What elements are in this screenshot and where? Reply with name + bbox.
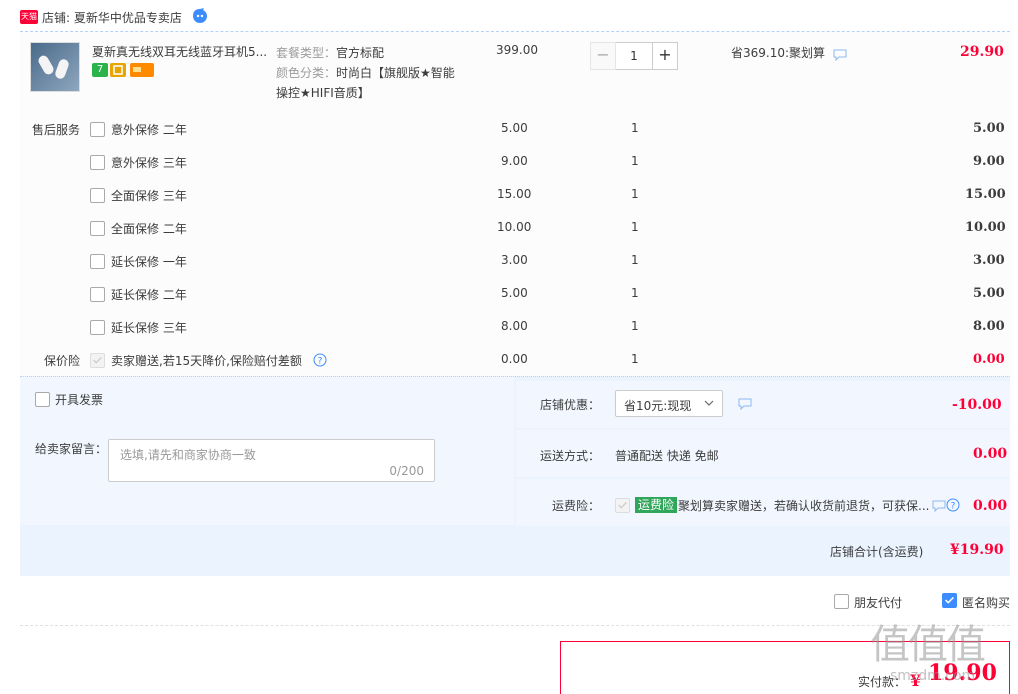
price-protect-text: 卖家赠送,若15天降价,保险赔付差额 [111, 354, 302, 368]
product-title-link[interactable]: 夏新真无线双耳无线蓝牙耳机5... [92, 43, 272, 60]
memo-char-counter: 0/200 [389, 464, 424, 478]
service-qty: 1 [631, 154, 639, 168]
service-name: 全面保修 二年 [111, 222, 187, 236]
service-qty: 1 [631, 319, 639, 333]
coupon-info-icon[interactable] [738, 398, 752, 410]
service-qty: 1 [631, 121, 639, 135]
warranty-badge-icon [110, 63, 126, 77]
services-section-label: 售后服务 [32, 123, 81, 137]
friend-pay-label: 朋友代付 [854, 596, 903, 610]
discount-info-icon[interactable] [833, 49, 847, 61]
freight-insurance-amount: 0.00 [973, 498, 1008, 514]
price-protect-label: 保价险 [44, 354, 81, 368]
freight-insurance-label: 运费险： [552, 499, 601, 513]
freight-insurance-text: 聚划算卖家赠送，若确认收货前退货，可获保... [678, 499, 930, 513]
service-checkbox[interactable] [90, 254, 105, 269]
seven-day-return-badge: 7 [92, 63, 108, 77]
decrease-quantity-button[interactable]: − [590, 42, 616, 70]
sku-color-cont: 操控★HIFI音质】 [276, 86, 370, 100]
coupon-select[interactable]: 省10元:现现 [615, 390, 723, 417]
price-protect-total: 0.00 [973, 352, 1005, 367]
service-name: 延长保修 二年 [111, 288, 187, 302]
item-subtotal: 29.90 [960, 44, 1004, 60]
invoice-checkbox[interactable] [35, 392, 50, 407]
watermark-logo: 值值值 [870, 622, 986, 668]
seller-memo-input[interactable]: 选填,请先和商家协商一致 0/200 [108, 439, 435, 482]
anonymous-purchase-label: 匿名购买 [962, 596, 1011, 610]
service-price: 3.00 [501, 253, 528, 267]
price-protect-qty: 1 [631, 352, 639, 366]
service-price: 5.00 [501, 121, 528, 135]
shipping-amount: 0.00 [973, 446, 1008, 462]
svg-text:?: ? [951, 502, 956, 512]
svg-text:?: ? [318, 357, 323, 367]
service-name: 延长保修 一年 [111, 255, 187, 269]
service-total: 5.00 [973, 286, 1005, 301]
service-name: 意外保修 三年 [111, 156, 187, 170]
price-protect-checkbox [90, 353, 105, 368]
wangwang-chat-icon[interactable] [192, 8, 208, 24]
watermark-site: smzdm.com [890, 668, 976, 684]
coupon-label: 店铺优惠： [540, 398, 601, 412]
service-name: 意外保修 二年 [111, 123, 187, 137]
shipping-label: 运送方式： [540, 449, 601, 463]
item-discount: 省369.10:聚划算 [731, 46, 826, 60]
increase-quantity-button[interactable]: + [652, 42, 678, 70]
sku-package: 套餐类型：官方标配 [276, 46, 385, 60]
service-name: 全面保修 三年 [111, 189, 187, 203]
coupon-selected-value: 省10元:现现 [624, 399, 692, 413]
help-icon[interactable]: ? [313, 353, 327, 367]
service-checkbox[interactable] [90, 122, 105, 137]
credit-card-badge-icon [130, 63, 154, 77]
tmall-logo: 天猫 [20, 10, 38, 24]
freight-insurance-checkbox [615, 498, 630, 513]
service-total: 9.00 [973, 154, 1005, 169]
service-price: 8.00 [501, 319, 528, 333]
shipping-method: 普通配送 快递 免邮 [615, 449, 719, 463]
service-checkbox[interactable] [90, 221, 105, 236]
friend-pay-checkbox[interactable] [834, 594, 849, 609]
service-total: 15.00 [965, 187, 1006, 202]
help-icon[interactable]: ? [946, 498, 960, 512]
memo-label: 给卖家留言： [35, 442, 108, 456]
price-protect-price: 0.00 [501, 352, 528, 366]
unit-price: 399.00 [496, 43, 538, 57]
sku-color: 颜色分类：时尚白【旗舰版★智能 [276, 66, 455, 80]
service-checkbox[interactable] [90, 155, 105, 170]
service-checkbox[interactable] [90, 188, 105, 203]
quantity-stepper: − 1 + [590, 42, 678, 70]
service-name: 延长保修 三年 [111, 321, 187, 335]
service-price: 9.00 [501, 154, 528, 168]
product-thumbnail[interactable] [30, 42, 80, 92]
quantity-input[interactable]: 1 [616, 42, 652, 70]
freight-info-icon[interactable] [932, 500, 946, 512]
service-total: 10.00 [965, 220, 1006, 235]
store-total-label: 店铺合计(含运费) [830, 545, 924, 559]
service-price: 5.00 [501, 286, 528, 300]
freight-insurance-badge: 运费险 [635, 497, 678, 513]
chevron-down-icon [704, 400, 714, 406]
service-price: 15.00 [497, 187, 532, 201]
divider [20, 625, 1010, 626]
service-total: 5.00 [973, 121, 1005, 136]
coupon-amount: -10.00 [952, 397, 1002, 413]
store-name[interactable]: 店铺: 夏新华中优品专卖店 [42, 9, 182, 26]
service-total: 3.00 [973, 253, 1005, 268]
service-qty: 1 [631, 220, 639, 234]
service-checkbox[interactable] [90, 287, 105, 302]
invoice-label: 开具发票 [55, 393, 104, 407]
memo-placeholder: 选填,请先和商家协商一致 [120, 448, 256, 462]
service-qty: 1 [631, 253, 639, 267]
service-price: 10.00 [497, 220, 532, 234]
service-qty: 1 [631, 187, 639, 201]
service-total: 8.00 [973, 319, 1005, 334]
service-qty: 1 [631, 286, 639, 300]
anonymous-purchase-checkbox[interactable] [942, 593, 957, 608]
store-total-amount: ¥19.90 [950, 542, 1004, 558]
service-checkbox[interactable] [90, 320, 105, 335]
